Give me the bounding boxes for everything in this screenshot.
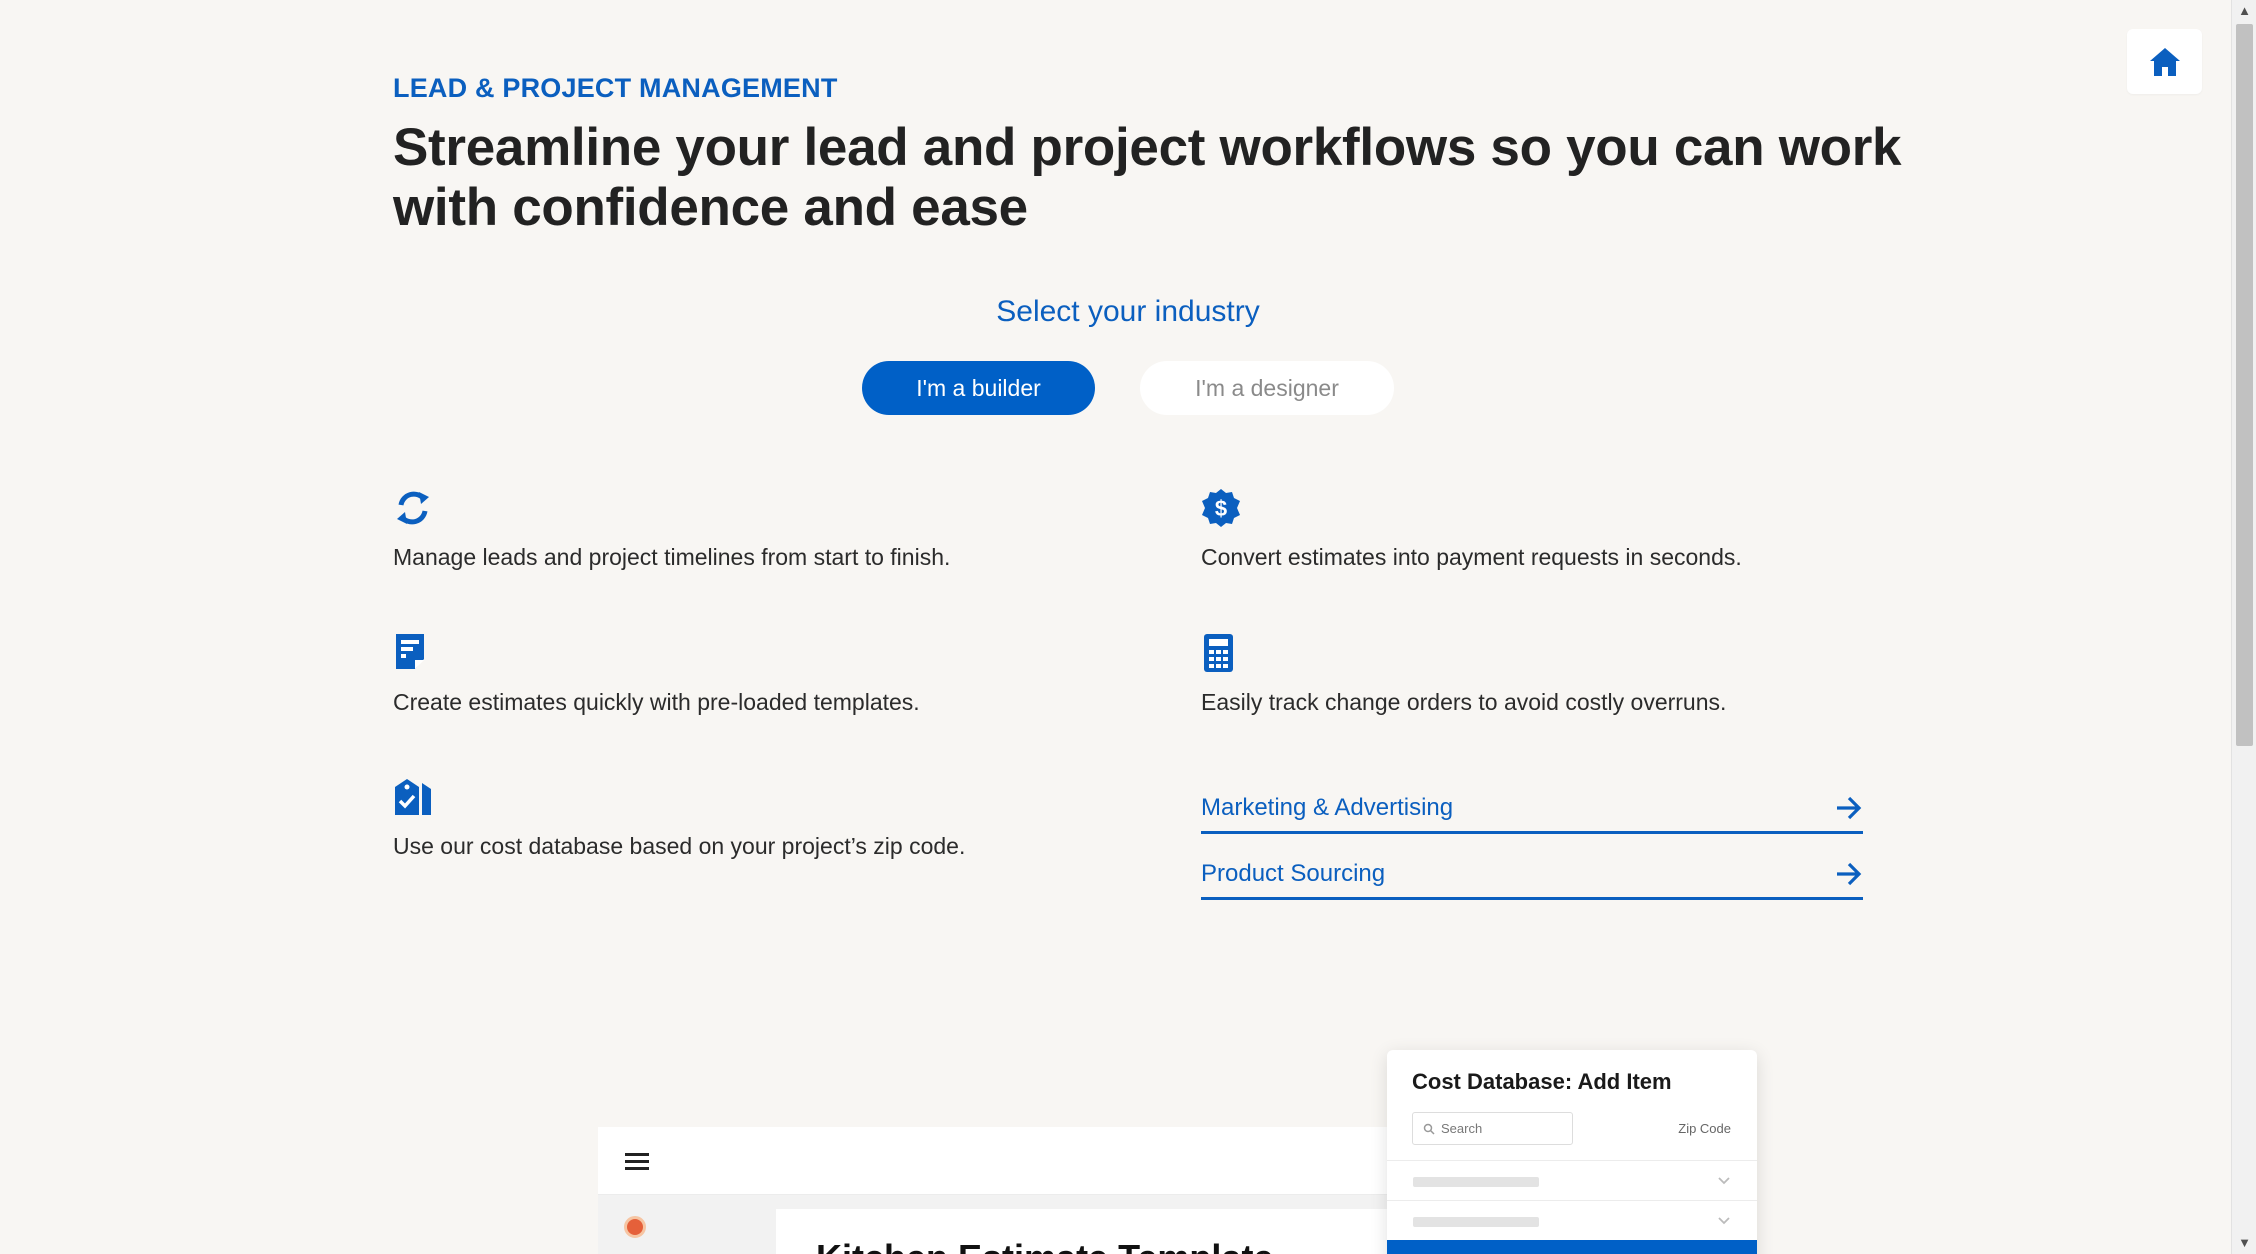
menu-icon <box>625 1152 649 1170</box>
preview-doc-title: Kitchen Estimate Template <box>816 1237 1273 1254</box>
search-icon <box>1423 1123 1435 1135</box>
modal-selected-row <box>1387 1240 1757 1254</box>
preview-topbar <box>598 1127 1398 1195</box>
app-preview: Kitchen Estimate Template <box>598 1127 1416 1254</box>
cost-database-modal: Cost Database: Add Item Search Zip Code <box>1387 1050 1757 1254</box>
home-icon <box>2149 47 2180 76</box>
preview-body: Kitchen Estimate Template <box>598 1195 1416 1254</box>
zip-code-label: Zip Code <box>1678 1121 1731 1136</box>
modal-row <box>1387 1160 1757 1200</box>
chevron-down-icon <box>1718 1217 1730 1225</box>
product-sourcing-link[interactable]: Product Sourcing <box>1201 850 1863 900</box>
feature-item: $ Convert estimates into payment request… <box>1201 488 1742 571</box>
modal-search-input: Search <box>1412 1112 1573 1145</box>
section-eyebrow: LEAD & PROJECT MANAGEMENT <box>393 73 838 103</box>
search-placeholder: Search <box>1441 1121 1483 1136</box>
feature-item: Create estimates quickly with pre-loaded… <box>393 633 920 716</box>
chevron-down-icon <box>1718 1177 1730 1185</box>
link-label: Marketing & Advertising <box>1201 793 1454 821</box>
home-button[interactable] <box>2127 29 2202 94</box>
dollar-badge-icon: $ <box>1202 489 1240 527</box>
avatar <box>624 1216 646 1238</box>
page: LEAD & PROJECT MANAGEMENT Streamline you… <box>0 0 2256 1254</box>
page-headline: Streamline your lead and project workflo… <box>393 118 1902 237</box>
modal-row <box>1387 1200 1757 1240</box>
location-tag-icon <box>395 779 431 815</box>
feature-item: Manage leads and project timelines from … <box>393 488 950 571</box>
modal-title: Cost Database: Add Item <box>1412 1069 1672 1094</box>
feature-text: Use our cost database based on your proj… <box>393 833 966 859</box>
industry-label: Select your industry <box>996 295 1260 328</box>
builder-button[interactable]: I'm a builder <box>862 361 1095 415</box>
marketing-advertising-link[interactable]: Marketing & Advertising <box>1201 784 1863 834</box>
feature-text: Easily track change orders to avoid cost… <box>1201 689 1727 715</box>
refresh-icon <box>397 491 429 525</box>
preview-document: Kitchen Estimate Template <box>776 1209 1416 1254</box>
designer-button[interactable]: I'm a designer <box>1140 361 1394 415</box>
feature-text: Create estimates quickly with pre-loaded… <box>393 689 920 715</box>
document-icon <box>396 634 424 669</box>
arrow-right-icon <box>1837 862 1862 885</box>
feature-text: Convert estimates into payment requests … <box>1201 544 1742 570</box>
scroll-down-icon[interactable]: ▼ <box>2232 1232 2256 1254</box>
feature-item: Use our cost database based on your proj… <box>393 777 965 860</box>
page-scrollbar[interactable]: ▲ ▼ <box>2231 0 2256 1254</box>
svg-text:$: $ <box>1215 496 1227 521</box>
calculator-icon <box>1204 634 1233 672</box>
link-label: Product Sourcing <box>1201 859 1386 887</box>
feature-item: Easily track change orders to avoid cost… <box>1201 633 1726 716</box>
scroll-thumb[interactable] <box>2236 24 2253 746</box>
feature-text: Manage leads and project timelines from … <box>393 544 951 570</box>
arrow-right-icon <box>1837 796 1862 819</box>
scroll-up-icon[interactable]: ▲ <box>2232 0 2256 22</box>
